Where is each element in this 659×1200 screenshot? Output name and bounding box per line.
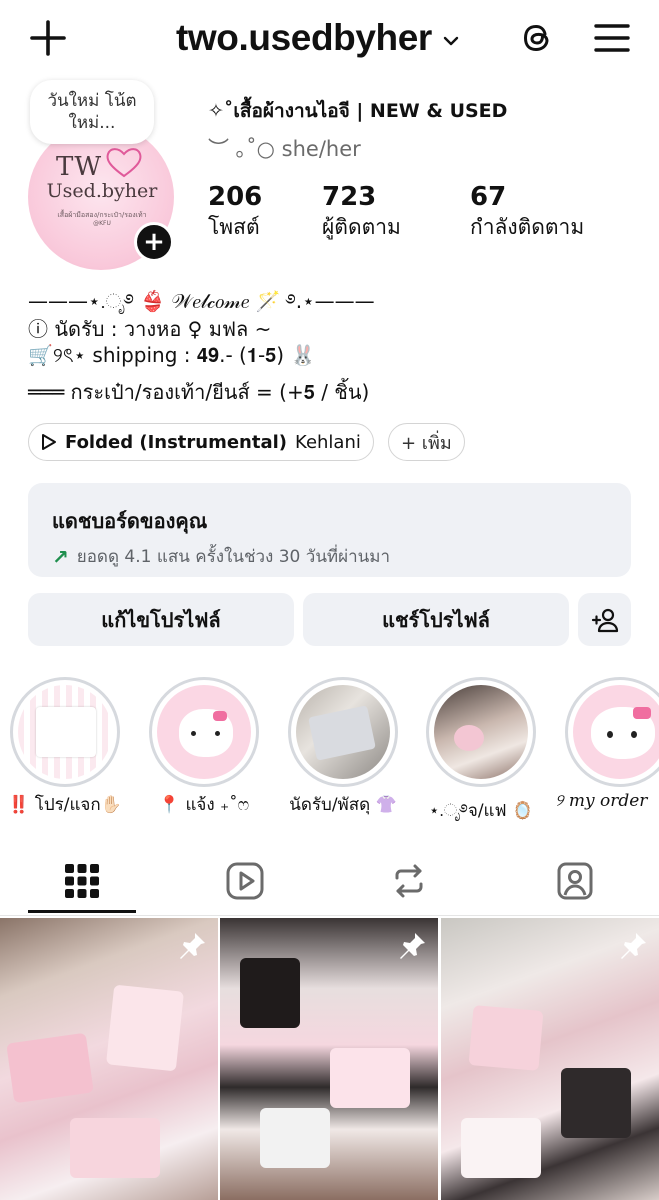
full-name: ✧˚เสื้อผ้างานไอจี | NEW & USED [208,100,508,122]
share-profile-label: แชร์โปรไฟล์ [382,607,490,632]
highlight-caption: ୨ my order [555,791,648,811]
share-profile-button[interactable]: แชร์โปรไฟล์ [303,593,569,646]
highlight-my-order[interactable]: ୨ my order [555,677,659,811]
post-thumbnail[interactable] [441,918,659,1200]
stat-following[interactable]: 67 กำลังติดตาม [470,182,584,242]
avatar-brand-text: Used.byher [46,180,158,202]
tagged-icon[interactable] [554,860,596,902]
avatar-logo-text: TW [56,152,103,182]
add-link-chip[interactable]: + เพิ่ม [388,423,465,461]
pin-icon [400,933,425,959]
play-icon [42,434,56,450]
add-story-plus-icon[interactable]: + [134,222,174,262]
dashboard-stat: ยอดดู 4.1 แสน ครั้งในช่วง 30 วันที่ผ่านม… [76,547,391,567]
pin-icon [180,933,205,959]
add-person-icon [591,608,618,632]
bio-line-extra: ═══ กระเป๋า/รองเท้า/ยีนส์ = (+𝟓 / ชิ้น) [28,380,370,404]
hamburger-menu-icon[interactable] [592,20,632,56]
pin-icon [621,933,646,959]
stat-following-label: กำลังติดตาม [470,215,585,239]
pronouns: ︶ ｡˚○ she/her [208,137,361,161]
edit-profile-label: แก้ไขโปรไฟล์ [101,607,221,632]
heart-icon [106,148,142,178]
plus-icon[interactable] [26,16,70,60]
song-artist: Kehlani [295,431,361,453]
tabs-divider [0,915,659,916]
post-thumbnail[interactable] [220,918,438,1200]
stat-followers-label: ผู้ติดตาม [322,215,401,239]
highlight-caption: ⋆.ೃ࿔จ/แฟ 🪞 [428,801,534,821]
top-bar: two.usedbyher [0,0,659,80]
stat-posts-count: 206 [208,182,263,212]
account-switcher[interactable]: two.usedbyher [176,14,462,62]
stat-followers-count: 723 [322,182,377,212]
suggested-people-button[interactable] [578,593,631,646]
highlight-pickup[interactable]: นัดรับ/พัสดุ 👚 [288,677,398,815]
edit-profile-button[interactable]: แก้ไขโปรไฟล์ [28,593,294,646]
professional-dashboard[interactable]: แดชบอร์ดของคุณ ↗ ยอดดู 4.1 แสน ครั้งในช่… [28,483,631,577]
profile-note[interactable]: วันใหม่ โน้ตใหม่... [30,80,154,144]
stat-posts-label: โพสต์ [208,215,260,239]
reels-icon[interactable] [224,860,266,902]
song-title: Folded (Instrumental) [65,431,288,453]
post-thumbnail[interactable] [0,918,218,1200]
stat-following-count: 67 [470,182,507,212]
highlight-promo[interactable]: ‼️ โปร/แจก✋🏻 [8,677,122,815]
music-chip[interactable]: Folded (Instrumental) Kehlani [28,423,374,461]
username: two.usedbyher [176,17,432,58]
highlight-notice[interactable]: 📍 แจ้ง ₊˚ෆ [149,677,259,815]
chevron-down-icon [443,36,459,46]
grid-icon[interactable] [61,860,103,902]
reposts-icon[interactable] [388,860,430,902]
profile-tabs [0,852,659,916]
threads-icon[interactable] [516,17,558,59]
stat-followers[interactable]: 723 ผู้ติดตาม [322,182,401,242]
bio-line-shipping: 🛒୨ৎ⋆ shipping : 𝟒𝟗.- (𝟏-𝟓) 🐰 [28,343,316,367]
active-tab-indicator [28,910,136,913]
trend-up-arrow-icon: ↗ [52,544,69,569]
stat-posts[interactable]: 206 โพสต์ [208,182,262,242]
dashboard-title: แดชบอร์ดของคุณ [52,509,208,533]
add-link-label: + เพิ่ม [401,432,452,454]
highlight-fashion[interactable]: ⋆.ೃ࿔จ/แฟ 🪞 [426,677,536,821]
